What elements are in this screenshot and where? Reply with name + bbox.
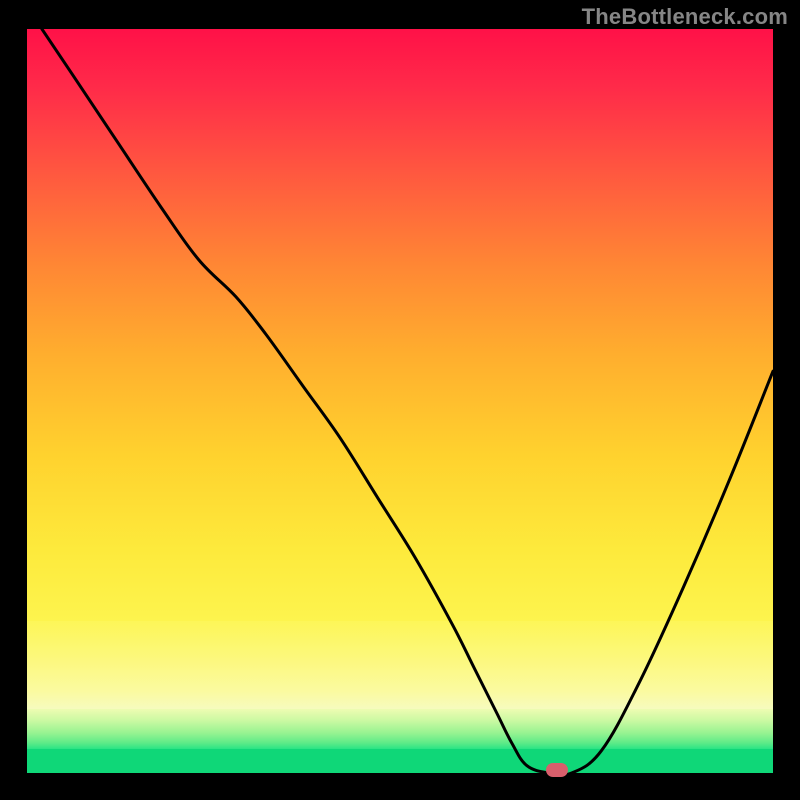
watermark-text: TheBottleneck.com [582, 4, 788, 30]
plot-area [27, 29, 773, 773]
optimum-marker [546, 763, 568, 777]
chart-frame: TheBottleneck.com [0, 0, 800, 800]
bottleneck-curve [27, 29, 773, 773]
